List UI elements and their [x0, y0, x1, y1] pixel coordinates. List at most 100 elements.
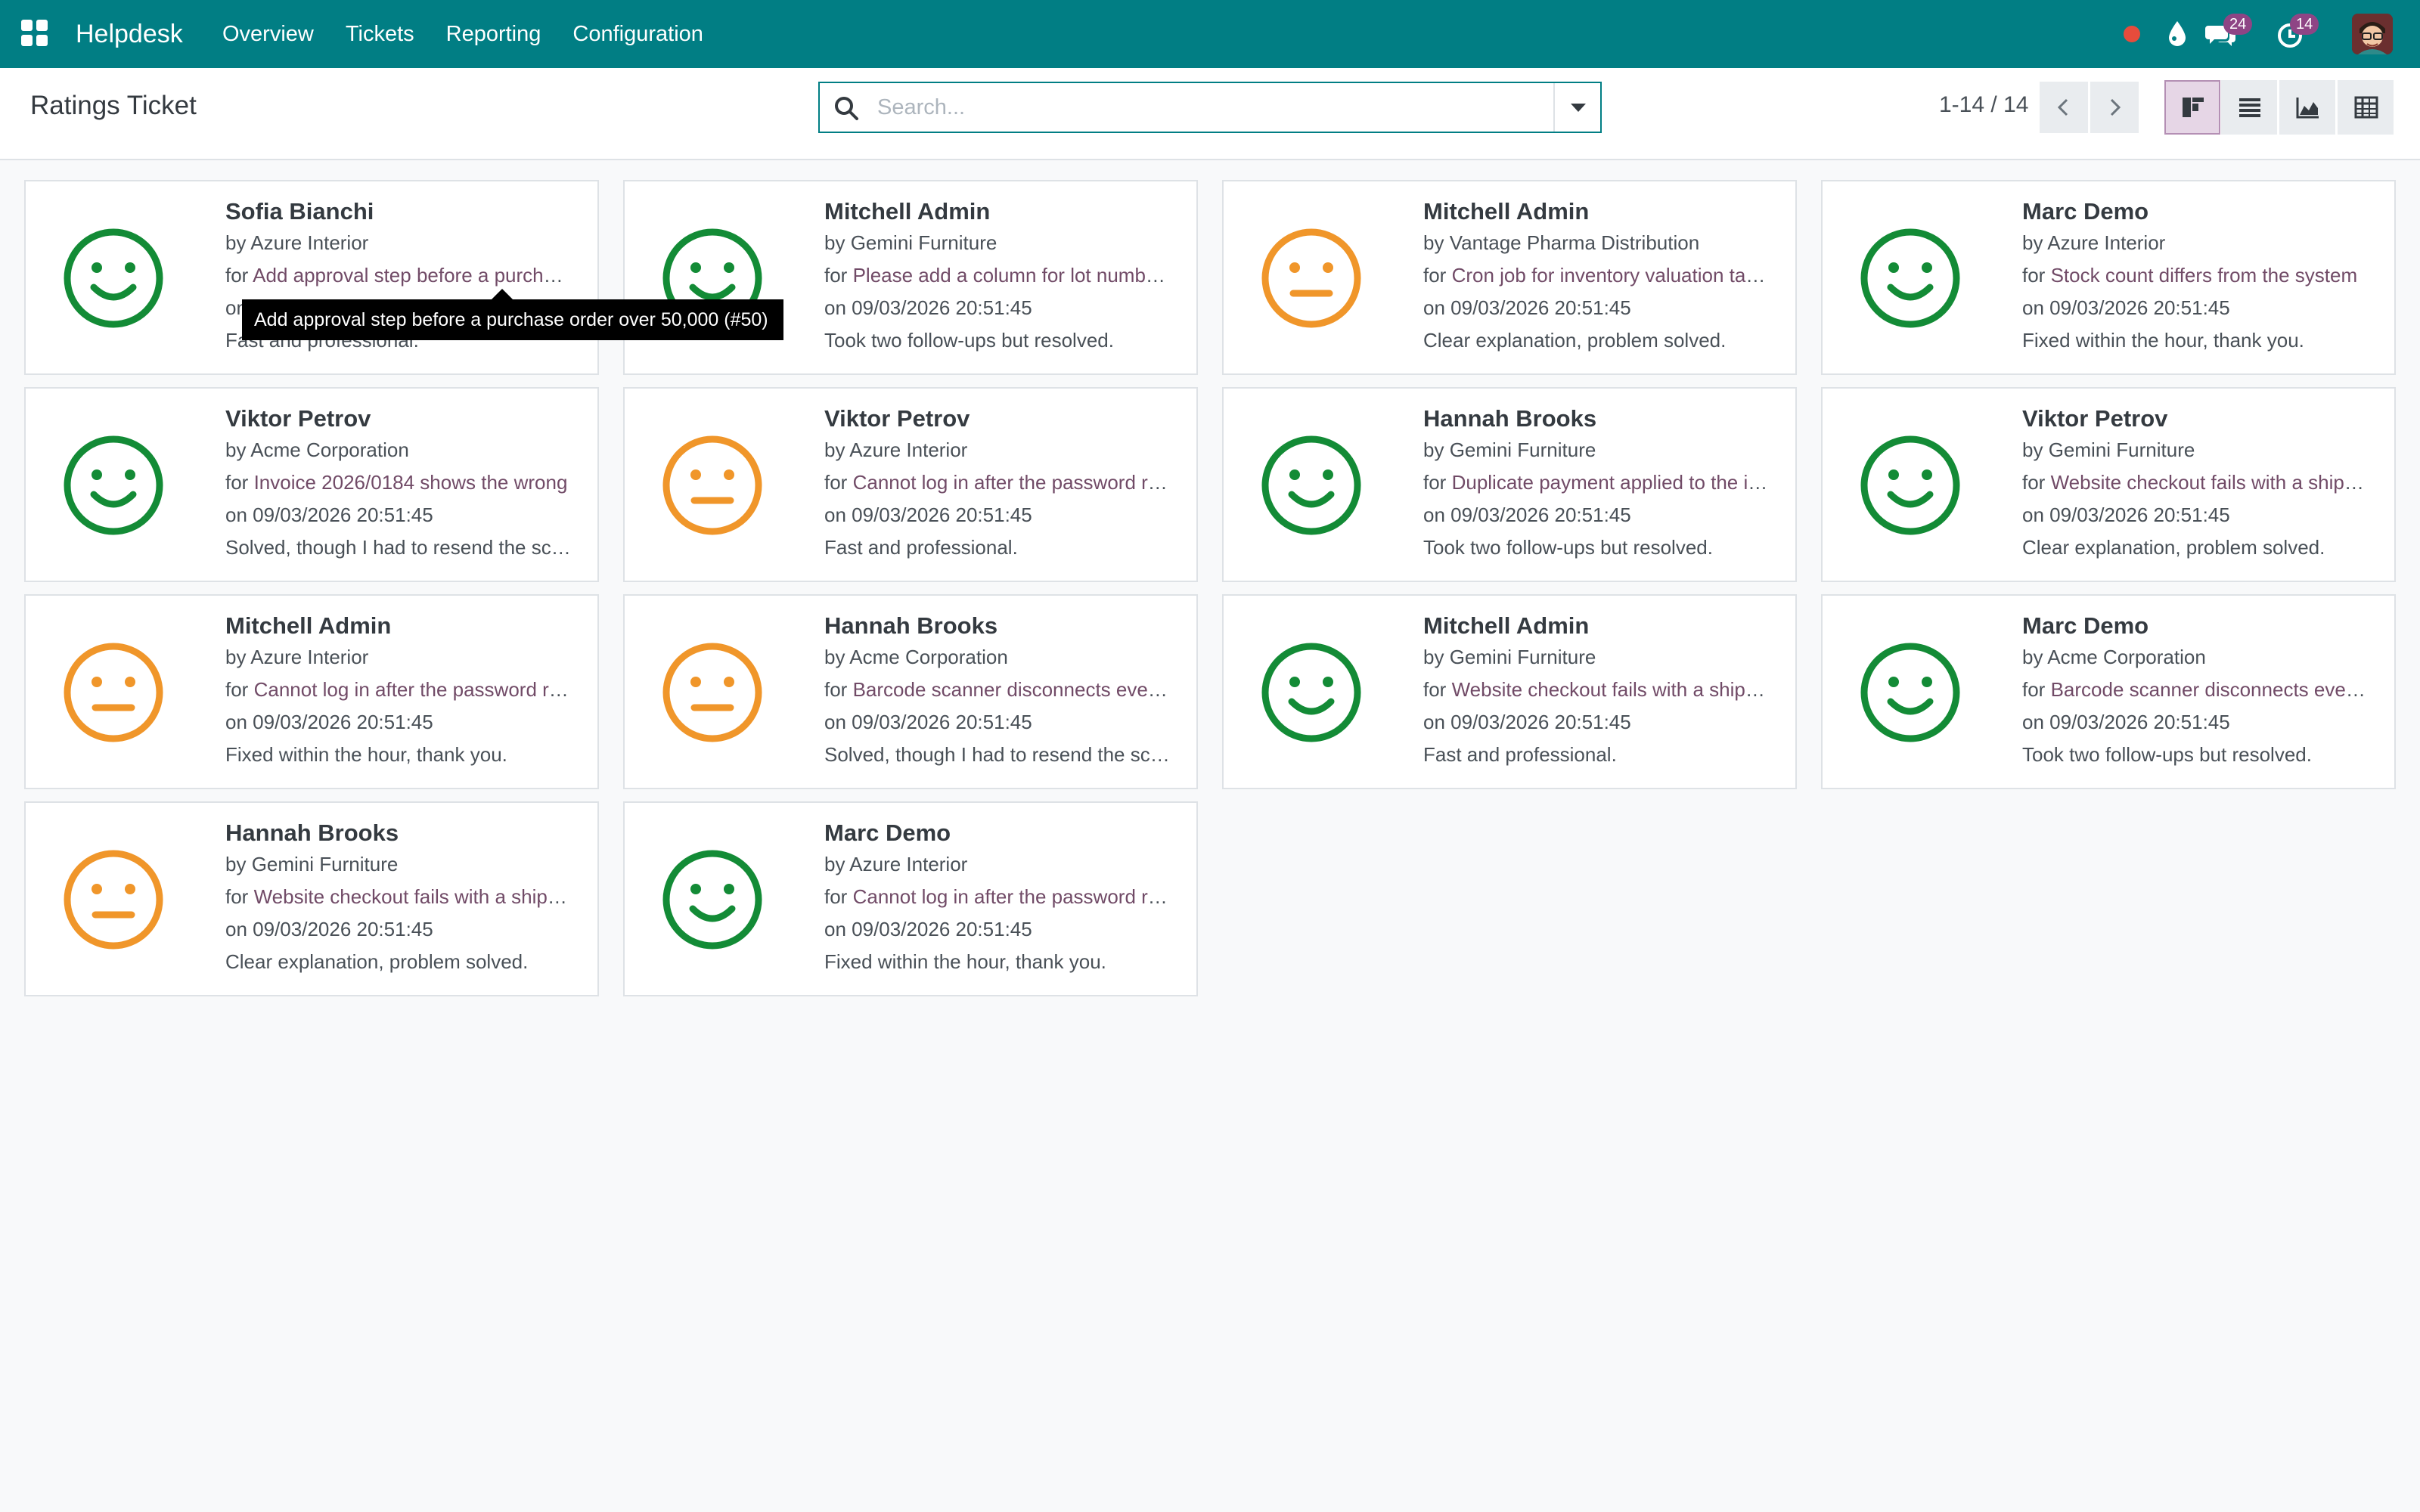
rating-card[interactable]: Marc Demo by Azure Interior for Cannot log… [623, 801, 1198, 996]
ticket-link[interactable]: Invoice 2026/0184 shows the wrong [254, 471, 568, 494]
rating-partner-line: by Vantage Pharma Distribution [1423, 231, 1700, 254]
ticket-link[interactable]: Cannot log in after the password reset [853, 885, 1172, 908]
partner-name: Gemini Furniture [251, 853, 399, 875]
rating-card[interactable]: Marc Demo by Azure Interior for Stock coun… [1821, 180, 2396, 375]
tooltip-text: Add approval step before a purchase orde… [254, 309, 768, 330]
search-options-toggle[interactable] [1553, 83, 1600, 132]
rating-date: 09/03/2026 20:51:45 [852, 296, 1032, 319]
view-graph-button[interactable] [2279, 80, 2335, 135]
rating-card[interactable]: Viktor Petrov by Acme Corporation for Invo… [24, 387, 599, 582]
view-kanban-button[interactable] [2164, 80, 2220, 135]
rating-feedback: Took two follow-ups but resolved. [2022, 743, 2312, 766]
rating-date-line: on 09/03/2026 20:51:45 [2022, 503, 2230, 526]
rating-ticket-line: for Please add a column for lot numbers [824, 264, 1172, 287]
rating-card[interactable]: Sofia Bianchi by Azure Interior for Add ap… [24, 180, 599, 375]
smile-face-icon [1260, 641, 1363, 744]
rating-ticket-line: for Barcode scanner disconnects every ho… [824, 674, 1172, 706]
partner-name: Azure Interior [2047, 231, 2166, 254]
rating-card[interactable]: Hannah Brooks by Acme Corporation for Barc… [623, 594, 1198, 789]
rating-card[interactable]: Mitchell Admin by Azure Interior for Canno… [24, 594, 599, 789]
neutral-face-icon [62, 848, 165, 951]
rating-card[interactable]: Mitchell Admin by Gemini Furniture for Web… [1222, 594, 1797, 789]
rating-feedback: Clear explanation, problem solved. [1423, 329, 1727, 352]
search-input[interactable] [877, 88, 1520, 127]
ticket-tooltip: Add approval step before a purchase orde… [242, 289, 783, 340]
top-menu: Overview Tickets Reporting Configuration [222, 0, 735, 68]
menu-overview[interactable]: Overview [222, 0, 314, 68]
rating-partner-line: by Gemini Furniture [824, 231, 997, 254]
rating-card[interactable]: Hannah Brooks by Gemini Furniture for Webs… [24, 801, 599, 996]
rating-card[interactable]: Mitchell Admin by Gemini Furniture for Ple… [623, 180, 1198, 375]
activities-button[interactable]: 14 [2275, 14, 2319, 51]
rating-date: 09/03/2026 20:51:45 [253, 711, 433, 733]
ticket-link[interactable]: Cannot log in after the password reset [254, 678, 573, 701]
rating-partner-line: by Azure Interior [824, 853, 968, 875]
menu-configuration[interactable]: Configuration [572, 0, 703, 68]
ticket-link[interactable]: Barcode scanner disconnects every hour [853, 678, 1172, 701]
menu-reporting[interactable]: Reporting [446, 0, 541, 68]
ticket-link[interactable]: Website checkout fails with a shipping e… [2051, 471, 2370, 494]
ticket-link[interactable]: Cron job for inventory valuation takes [1452, 264, 1771, 287]
rating-card[interactable]: Marc Demo by Acme Corporation for Barcode … [1821, 594, 2396, 789]
rater-name: Viktor Petrov [2022, 405, 2168, 432]
ticket-link[interactable]: Add approval step before a purchase orde… [253, 264, 573, 287]
smile-face-icon [1859, 227, 1962, 330]
view-list-button[interactable] [2221, 80, 2277, 135]
kanban-icon [2183, 98, 2204, 117]
view-pivot-button[interactable] [2338, 80, 2394, 135]
neutral-face-icon [62, 641, 165, 744]
caret-down-icon [1571, 104, 1586, 112]
rating-date: 09/03/2026 20:51:45 [852, 711, 1032, 733]
rating-feedback: Solved, though I had to resend the scree… [225, 536, 573, 559]
ticket-link[interactable]: Please add a column for lot numbers [853, 264, 1172, 287]
rating-partner-line: by Azure Interior [225, 231, 369, 254]
area-chart-icon [2296, 98, 2319, 119]
messages-button[interactable]: 24 [2204, 14, 2253, 51]
odoobot-icon[interactable] [2160, 17, 2195, 51]
rating-partner-line: by Gemini Furniture [1423, 438, 1596, 461]
chevron-right-icon [2110, 98, 2121, 116]
partner-name: Gemini Furniture [1449, 646, 1596, 668]
user-avatar[interactable] [2352, 14, 2393, 54]
rating-ticket-line: for Cannot log in after the password res… [225, 674, 573, 706]
rater-name: Viktor Petrov [225, 405, 371, 432]
rating-card[interactable]: Viktor Petrov by Gemini Furniture for Webs… [1821, 387, 2396, 582]
rating-card[interactable]: Hannah Brooks by Gemini Furniture for Dupl… [1222, 387, 1797, 582]
rating-feedback: Fixed within the hour, thank you. [2022, 329, 2304, 352]
rating-partner-line: by Acme Corporation [225, 438, 409, 461]
rating-feedback: Took two follow-ups but resolved. [824, 329, 1114, 352]
ticket-link[interactable]: Website checkout fails with a shipping e… [254, 885, 573, 908]
partner-name: Acme Corporation [250, 438, 409, 461]
rating-date-line: on 09/03/2026 20:51:45 [1423, 711, 1631, 733]
rating-partner-line: by Acme Corporation [2022, 646, 2206, 668]
rating-card[interactable]: Viktor Petrov by Azure Interior for Cannot… [623, 387, 1198, 582]
ticket-link[interactable]: Stock count differs from the system [2051, 264, 2358, 287]
smile-face-icon [1859, 434, 1962, 537]
recording-indicator[interactable] [2114, 17, 2149, 51]
partner-name: Gemini Furniture [1449, 438, 1596, 461]
rating-ticket-line: for Cannot log in after the password res… [824, 466, 1172, 499]
neutral-face-icon [661, 434, 764, 537]
ticket-link[interactable]: Barcode scanner disconnects every hour [2051, 678, 2370, 701]
search-icon[interactable] [832, 94, 862, 124]
ticket-link[interactable]: Cannot log in after the password reset [853, 471, 1172, 494]
rater-name: Mitchell Admin [1423, 198, 1590, 225]
control-panel: Ratings Ticket 1-14 / 14 [0, 68, 2420, 160]
rater-name: Marc Demo [2022, 198, 2149, 225]
ticket-link[interactable]: Website checkout fails with a shipping e… [1452, 678, 1771, 701]
list-icon [2239, 98, 2260, 117]
rating-date-line: on 09/03/2026 20:51:45 [2022, 296, 2230, 319]
pager-previous-button[interactable] [2040, 82, 2088, 133]
partner-name: Azure Interior [250, 231, 369, 254]
rating-feedback: Solved, though I had to resend the scree… [824, 743, 1172, 766]
rating-date-line: on 09/03/2026 20:51:45 [225, 503, 433, 526]
pager-value[interactable]: 1-14 / 14 [1939, 92, 2028, 118]
app-brand[interactable]: Helpdesk [76, 0, 183, 68]
rating-date-line: on 09/03/2026 20:51:45 [1423, 296, 1631, 319]
pager-next-button[interactable] [2090, 82, 2139, 133]
apps-menu-icon[interactable] [21, 20, 48, 47]
rating-card[interactable]: Mitchell Admin by Vantage Pharma Distribu… [1222, 180, 1797, 375]
rating-partner-line: by Gemini Furniture [1423, 646, 1596, 668]
ticket-link[interactable]: Duplicate payment applied to the invoice [1452, 471, 1771, 494]
menu-tickets[interactable]: Tickets [346, 0, 414, 68]
